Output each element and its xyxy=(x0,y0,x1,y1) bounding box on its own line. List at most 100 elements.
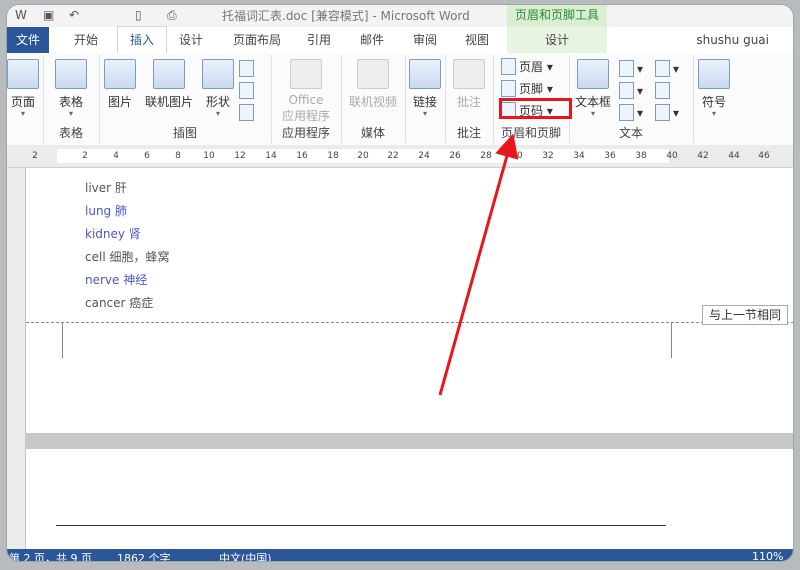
wordart-icon xyxy=(619,82,634,99)
ruler-tick: 4 xyxy=(113,151,119,161)
object-icon xyxy=(655,104,670,121)
shapes-button[interactable]: 形状 ▾ xyxy=(199,59,237,118)
tab-page-layout[interactable]: 页面布局 xyxy=(222,27,292,53)
doc-line: lung 肺 xyxy=(85,202,127,219)
object-button[interactable]: ▾ xyxy=(655,103,679,123)
group-tables: 表格 ▾ 表格 xyxy=(43,55,100,143)
smartart-button[interactable] xyxy=(239,59,257,79)
doc-line-text: cancer 癌症 xyxy=(85,296,154,310)
doc-line-text: liver 肝 xyxy=(85,181,127,195)
status-zoom[interactable]: 110% xyxy=(752,550,783,561)
ruler-tick: 40 xyxy=(666,151,678,161)
ruler-tick: 10 xyxy=(203,151,215,161)
document-page[interactable]: liver 肝 lung 肺 kidney 肾 cell 细胞，蜂窝 nerve… xyxy=(25,168,793,434)
same-as-previous-label[interactable]: 与上一节相同 xyxy=(701,305,788,325)
online-video-button[interactable]: 联机视频 xyxy=(343,59,403,110)
textbox-button[interactable]: 文本框 ▾ xyxy=(571,59,615,118)
page-number-highlight xyxy=(499,98,572,119)
chart-button[interactable] xyxy=(239,81,257,101)
table-icon xyxy=(55,59,87,89)
status-page[interactable]: 第 2 页，共 9 页 xyxy=(9,550,92,561)
save-icon[interactable]: ▣ xyxy=(43,8,54,22)
ruler-tick: 36 xyxy=(604,151,616,161)
tab-design[interactable]: 设计 xyxy=(169,27,213,53)
link-icon xyxy=(409,59,441,89)
tab-review[interactable]: 审阅 xyxy=(405,27,445,53)
smartart-icon xyxy=(239,60,254,77)
group-label-comments: 批注 xyxy=(456,126,481,140)
page-icon xyxy=(7,59,39,89)
ruler-tick: 18 xyxy=(327,151,339,161)
tab-header-footer-design[interactable]: 设计 xyxy=(507,27,607,53)
group-label-tables: 表格 xyxy=(58,126,83,140)
chart-icon xyxy=(239,82,254,99)
ruler-tick: 26 xyxy=(449,151,461,161)
quick-parts-button[interactable]: ▾ xyxy=(619,59,643,79)
status-language[interactable]: 中文(中国) xyxy=(219,550,272,561)
header-button[interactable]: 页眉 ▾ xyxy=(501,57,553,77)
new-document-icon[interactable]: ▯ xyxy=(135,8,142,22)
picture-icon xyxy=(104,59,136,89)
page-button[interactable]: 页面 ▾ xyxy=(7,59,39,118)
online-picture-button[interactable]: 联机图片 xyxy=(141,59,197,110)
tab-file[interactable]: 文件 xyxy=(7,27,49,53)
doc-line-text: nerve 神经 xyxy=(85,273,148,287)
page-gap xyxy=(25,433,793,449)
title-bar: W ▣ ↶ ▯ ⎙ 托福词汇表.doc [兼容模式] - Microsoft W… xyxy=(7,5,793,27)
group-text: 文本框 ▾ ▾ ▾ ▾ ▾ ▾ 文本 xyxy=(569,55,694,143)
date-time-button[interactable] xyxy=(655,81,673,101)
office-apps-button[interactable]: Office 应用程序 xyxy=(275,59,337,124)
link-button[interactable]: 链接 ▾ xyxy=(407,59,443,118)
undo-icon[interactable]: ↶ xyxy=(69,8,79,22)
symbol-button[interactable]: 符号 ▾ xyxy=(697,59,731,118)
ruler-tick: 38 xyxy=(635,151,647,161)
tab-mailings[interactable]: 邮件 xyxy=(352,27,392,53)
doc-line: cell 细胞，蜂窝 xyxy=(85,248,169,265)
ruler-tick: 20 xyxy=(357,151,369,161)
horizontal-ruler[interactable]: 2 2 4 6 8 10 12 14 16 18 20 22 24 26 28 … xyxy=(7,145,793,168)
online-video-icon xyxy=(357,59,389,89)
doc-line: cancer 癌症 xyxy=(85,294,153,311)
header-icon xyxy=(501,58,516,75)
vertical-ruler[interactable] xyxy=(7,168,26,549)
ruler-tick: 6 xyxy=(144,151,150,161)
signature-line-button[interactable]: ▾ xyxy=(655,59,679,79)
ruler-tick: 42 xyxy=(697,151,709,161)
tab-insert[interactable]: 插入 xyxy=(117,26,167,55)
doc-line: kidney 肾 xyxy=(85,225,141,242)
status-bar: 第 2 页，共 9 页 1862 个字 中文(中国) 110% xyxy=(7,549,793,561)
print-icon[interactable]: ⎙ xyxy=(167,8,177,23)
document-page-2[interactable] xyxy=(25,449,793,552)
picture-button[interactable]: 图片 xyxy=(101,59,139,110)
drop-cap-button[interactable]: ▾ xyxy=(619,103,643,123)
group-illustrations: 图片 联机图片 形状 ▾ 插图 xyxy=(99,55,272,143)
footer-separator xyxy=(26,322,793,323)
omega-icon xyxy=(698,59,730,89)
ruler-tick: 8 xyxy=(175,151,181,161)
ruler-tick: 24 xyxy=(418,151,430,161)
doc-line-text: lung 肺 xyxy=(85,204,127,218)
ruler-tick: 32 xyxy=(542,151,554,161)
ruler-tick: 30 xyxy=(511,151,523,161)
date-time-icon xyxy=(655,82,670,99)
footer-button[interactable]: 页脚 ▾ xyxy=(501,79,553,99)
wordart-button[interactable]: ▾ xyxy=(619,81,643,101)
ruler-tick: 46 xyxy=(758,151,770,161)
status-words[interactable]: 1862 个字 xyxy=(117,550,171,561)
tab-references[interactable]: 引用 xyxy=(299,27,339,53)
tab-view[interactable]: 视图 xyxy=(457,27,497,53)
signature-icon xyxy=(655,60,670,77)
table-button[interactable]: 表格 ▾ xyxy=(51,59,91,118)
online-picture-icon xyxy=(153,59,185,89)
ruler-tick: 22 xyxy=(387,151,399,161)
office-apps-icon xyxy=(290,59,322,89)
tab-home[interactable]: 开始 xyxy=(61,27,111,53)
footer-left-margin-mark xyxy=(62,322,63,358)
group-label-header-footer: 页眉和页脚 xyxy=(500,126,561,140)
comment-button[interactable]: 批注 xyxy=(449,59,489,110)
ruler-tick: 12 xyxy=(234,151,246,161)
word-icon[interactable]: W xyxy=(15,8,27,22)
user-account[interactable]: shushu guai xyxy=(696,27,769,53)
screenshot-button[interactable] xyxy=(239,103,257,123)
window-title: 托福词汇表.doc [兼容模式] - Microsoft Word xyxy=(222,9,470,23)
